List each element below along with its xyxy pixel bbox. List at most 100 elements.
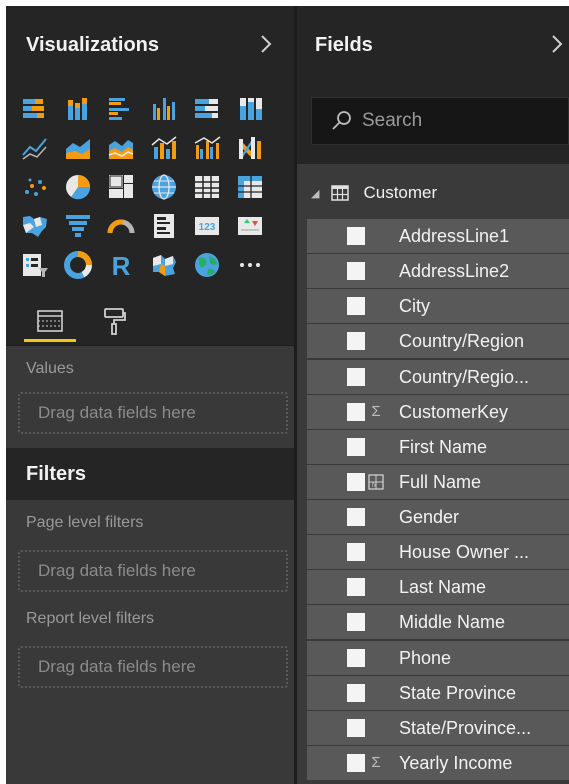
field-name: State Province bbox=[399, 682, 517, 703]
globe-map-icon[interactable] bbox=[192, 250, 222, 280]
field-name: CustomerKey bbox=[399, 401, 509, 422]
line-chart-icon[interactable] bbox=[20, 133, 50, 163]
field-checkbox[interactable] bbox=[347, 578, 365, 597]
field-row[interactable]: Middle Name bbox=[307, 605, 569, 640]
field-name: AddressLine2 bbox=[399, 261, 510, 282]
clustered-bar-chart-icon[interactable] bbox=[106, 94, 136, 124]
kpi-icon[interactable] bbox=[235, 211, 265, 241]
values-dropzone[interactable]: Drag data fields here bbox=[18, 392, 288, 434]
scatter-chart-icon[interactable] bbox=[20, 172, 50, 202]
field-name: City bbox=[399, 296, 430, 317]
treemap-icon[interactable] bbox=[106, 172, 136, 202]
field-checkbox[interactable] bbox=[347, 472, 365, 491]
visual-gallery: 123 R bbox=[6, 84, 294, 296]
filters-title: Filters bbox=[26, 462, 87, 485]
multi-row-card-icon[interactable] bbox=[149, 211, 179, 241]
page-level-filters-dropzone[interactable]: Drag data fields here bbox=[18, 550, 288, 592]
visualizations-title: Visualizations bbox=[26, 33, 160, 56]
field-name: Country/Regio... bbox=[399, 366, 530, 387]
field-row[interactable]: House Owner ... bbox=[307, 535, 569, 570]
matrix-icon[interactable] bbox=[235, 172, 265, 202]
map-icon[interactable] bbox=[149, 172, 179, 202]
field-checkbox[interactable] bbox=[347, 227, 365, 245]
field-row[interactable]: AddressLine1 bbox=[307, 219, 569, 253]
stacked-column-chart-icon[interactable] bbox=[63, 94, 93, 124]
card-icon[interactable]: 123 bbox=[192, 211, 222, 241]
collapse-fields-chevron-right-icon[interactable] bbox=[545, 32, 569, 56]
field-row[interactable]: Country/Region bbox=[307, 324, 569, 359]
filters-header: Filters bbox=[6, 448, 294, 500]
more-options-icon[interactable] bbox=[235, 250, 265, 280]
clustered-column-chart-icon[interactable] bbox=[149, 94, 179, 124]
field-row[interactable]: fx Full Name bbox=[307, 464, 569, 499]
field-row[interactable]: Gender bbox=[307, 500, 569, 534]
field-name: House Owner ... bbox=[399, 542, 530, 563]
table-name: Customer bbox=[363, 183, 438, 202]
field-row[interactable]: Last Name bbox=[307, 570, 569, 605]
field-row[interactable]: State/Province... bbox=[307, 710, 569, 745]
sigma-icon: Σ bbox=[371, 754, 381, 772]
svg-text:123: 123 bbox=[199, 222, 216, 233]
calculated-column-icon: fx bbox=[367, 472, 385, 492]
expand-triangle-icon[interactable]: ◢ bbox=[311, 187, 319, 200]
field-checkbox[interactable] bbox=[347, 718, 365, 737]
table-node-customer[interactable]: ◢ Customer bbox=[297, 178, 569, 208]
fields-header: Fields bbox=[297, 6, 569, 84]
field-name: Country/Region bbox=[399, 331, 525, 352]
field-checkbox[interactable] bbox=[347, 402, 365, 421]
r-script-visual-icon[interactable]: R bbox=[106, 250, 136, 280]
gauge-icon[interactable] bbox=[106, 211, 136, 241]
table-icon[interactable] bbox=[192, 172, 222, 202]
field-checkbox[interactable] bbox=[347, 613, 365, 632]
field-checkbox[interactable] bbox=[347, 367, 365, 386]
fields-tab[interactable] bbox=[20, 296, 80, 346]
report-level-filters-dropzone[interactable]: Drag data fields here bbox=[18, 646, 288, 688]
field-row[interactable]: Σ CustomerKey bbox=[307, 394, 569, 429]
field-checkbox[interactable] bbox=[347, 332, 365, 351]
area-chart-icon[interactable] bbox=[63, 133, 93, 163]
field-checkbox[interactable] bbox=[347, 648, 365, 667]
ribbon-chart-icon[interactable] bbox=[235, 133, 265, 163]
visualizations-header: Visualizations bbox=[6, 6, 294, 84]
field-checkbox[interactable] bbox=[347, 753, 365, 772]
field-name: First Name bbox=[399, 436, 488, 457]
field-row[interactable]: AddressLine2 bbox=[307, 254, 569, 289]
fields-tab-icon bbox=[37, 310, 63, 332]
svg-text:R: R bbox=[112, 251, 131, 280]
field-checkbox[interactable] bbox=[347, 297, 365, 316]
line-and-clustered-column-icon[interactable] bbox=[192, 133, 222, 163]
pie-chart-icon[interactable] bbox=[63, 172, 93, 202]
field-name: Last Name bbox=[399, 577, 487, 598]
shape-map-icon[interactable] bbox=[149, 250, 179, 280]
100-stacked-column-chart-icon[interactable] bbox=[235, 94, 265, 124]
stacked-bar-chart-icon[interactable] bbox=[20, 94, 50, 124]
field-row[interactable]: Country/Regio... bbox=[307, 359, 569, 394]
field-name: Full Name bbox=[399, 471, 482, 492]
field-checkbox[interactable] bbox=[347, 508, 365, 526]
field-name: Gender bbox=[399, 507, 460, 527]
field-checkbox[interactable] bbox=[347, 683, 365, 702]
field-row[interactable]: First Name bbox=[307, 429, 569, 464]
search-input[interactable] bbox=[362, 110, 542, 132]
field-row[interactable]: State Province bbox=[307, 675, 569, 710]
field-row[interactable]: Phone bbox=[307, 640, 569, 675]
donut-chart-icon[interactable] bbox=[63, 250, 93, 280]
sigma-icon: Σ bbox=[371, 403, 381, 421]
stacked-area-chart-icon[interactable] bbox=[106, 133, 136, 163]
line-and-stacked-column-icon[interactable] bbox=[149, 133, 179, 163]
field-row[interactable]: Σ Yearly Income bbox=[307, 745, 569, 780]
fields-pane: Fields ◢ Customer bbox=[297, 6, 569, 784]
format-tab[interactable] bbox=[92, 296, 136, 346]
app-frame: Visualizations 123 R Values Drag data fi… bbox=[6, 6, 569, 784]
visual-subtabs bbox=[6, 296, 294, 346]
field-checkbox[interactable] bbox=[347, 262, 365, 281]
filled-map-icon[interactable] bbox=[20, 211, 50, 241]
field-checkbox[interactable] bbox=[347, 437, 365, 456]
funnel-icon[interactable] bbox=[63, 211, 93, 241]
slicer-icon[interactable] bbox=[20, 250, 50, 280]
field-row[interactable]: City bbox=[307, 289, 569, 324]
search-box[interactable] bbox=[311, 97, 569, 145]
field-checkbox[interactable] bbox=[347, 543, 365, 562]
collapse-visualizations-chevron-right-icon[interactable] bbox=[254, 32, 278, 56]
100-stacked-bar-chart-icon[interactable] bbox=[192, 94, 222, 124]
